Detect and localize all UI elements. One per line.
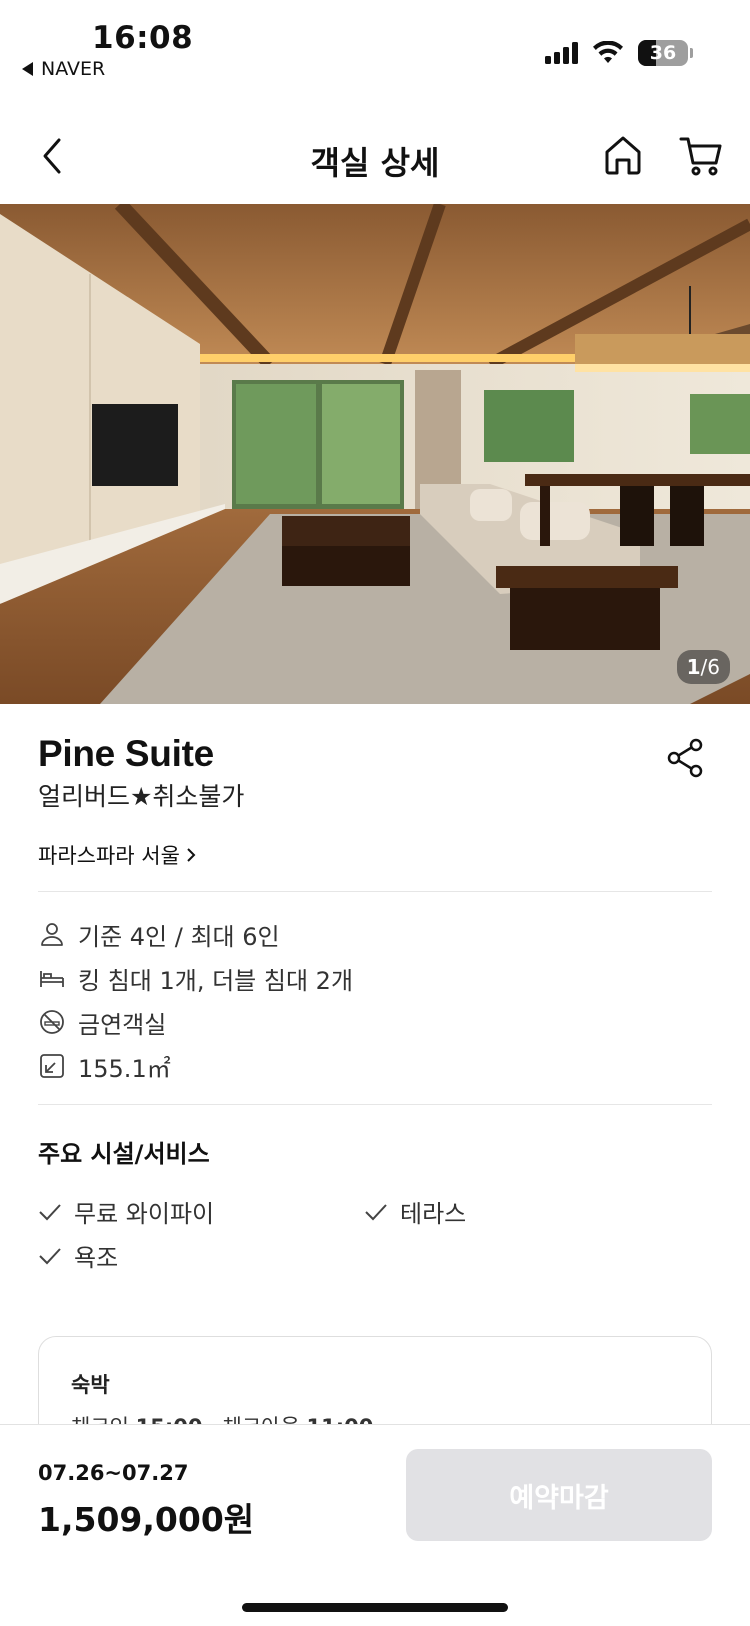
check-icon [365, 1203, 387, 1220]
amenity-label: 테라스 [400, 1200, 467, 1228]
amenity-label: 욕조 [74, 1244, 119, 1272]
cart-button[interactable] [678, 132, 724, 178]
check-icon [39, 1247, 61, 1264]
home-icon [605, 136, 641, 175]
spec-area-text: 155.1㎡ [78, 1054, 171, 1083]
booking-bar: 07.26~07.27 1,509,000원 예약마감 [0, 1424, 750, 1626]
spec-capacity: 기준 4인 / 최대 6인 [38, 912, 353, 956]
spec-capacity-text: 기준 4인 / 최대 6인 [78, 922, 280, 951]
reserve-button[interactable]: 예약마감 [406, 1449, 712, 1541]
person-icon [38, 920, 66, 948]
stay-label: 숙박 [71, 1373, 110, 1397]
status-icons: 36 [545, 40, 693, 66]
wifi-icon [593, 41, 623, 63]
check-icon [39, 1203, 61, 1220]
battery-icon: 36 [638, 40, 693, 66]
amenity-item: 무료 와이파이 [38, 1194, 214, 1229]
spec-area: 155.1㎡ [38, 1044, 353, 1088]
divider [38, 891, 712, 892]
photo-counter: 1/6 [676, 650, 730, 684]
signal-icon [545, 42, 578, 64]
chevron-right-icon [187, 848, 196, 862]
back-app-label: NAVER [41, 58, 106, 80]
property-name: 파라스파라 서울 [38, 844, 180, 868]
status-bar: 16:08 NAVER 36 [0, 0, 750, 90]
nav-bar: 객실 상세 [0, 118, 750, 202]
amenity-item: 욕조 [38, 1238, 118, 1273]
property-link[interactable]: 파라스파라 서울 [38, 840, 196, 870]
back-to-app-link[interactable]: NAVER [22, 58, 105, 80]
spec-beds-text: 킹 침대 1개, 더블 침대 2개 [78, 966, 354, 995]
area-icon [38, 1052, 66, 1080]
battery-level: 36 [649, 42, 677, 64]
price: 1,509,000원 [38, 1500, 255, 1539]
divider [38, 1104, 712, 1105]
amenity-item: 테라스 [364, 1194, 466, 1229]
photo-counter-total: /6 [700, 655, 720, 679]
room-name: Pine Suite [38, 733, 214, 774]
no-smoking-icon [38, 1008, 66, 1036]
spec-smoking: 금연객실 [38, 1000, 353, 1044]
date-range: 07.26~07.27 [38, 1461, 189, 1485]
photo-counter-current: 1 [686, 655, 701, 679]
home-button[interactable] [600, 132, 646, 178]
share-icon [667, 738, 703, 778]
back-triangle-icon [22, 62, 33, 76]
amenity-label: 무료 와이파이 [74, 1200, 215, 1228]
status-time: 16:08 [92, 20, 194, 56]
home-indicator[interactable] [242, 1603, 508, 1612]
room-photo [0, 204, 750, 704]
room-photo-carousel[interactable]: 1/6 [0, 204, 750, 704]
room-plan: 얼리버드★취소불가 [38, 782, 245, 811]
spec-beds: 킹 침대 1개, 더블 침대 2개 [38, 956, 353, 1000]
spec-smoking-text: 금연객실 [78, 1010, 167, 1039]
share-button[interactable] [664, 736, 708, 780]
bed-icon [38, 964, 66, 992]
amenities-title: 주요 시설/서비스 [38, 1140, 210, 1168]
cart-icon [679, 137, 722, 176]
room-specs: 기준 4인 / 최대 6인 킹 침대 1개, 더블 침대 2개 금연객실 155… [38, 912, 353, 1088]
